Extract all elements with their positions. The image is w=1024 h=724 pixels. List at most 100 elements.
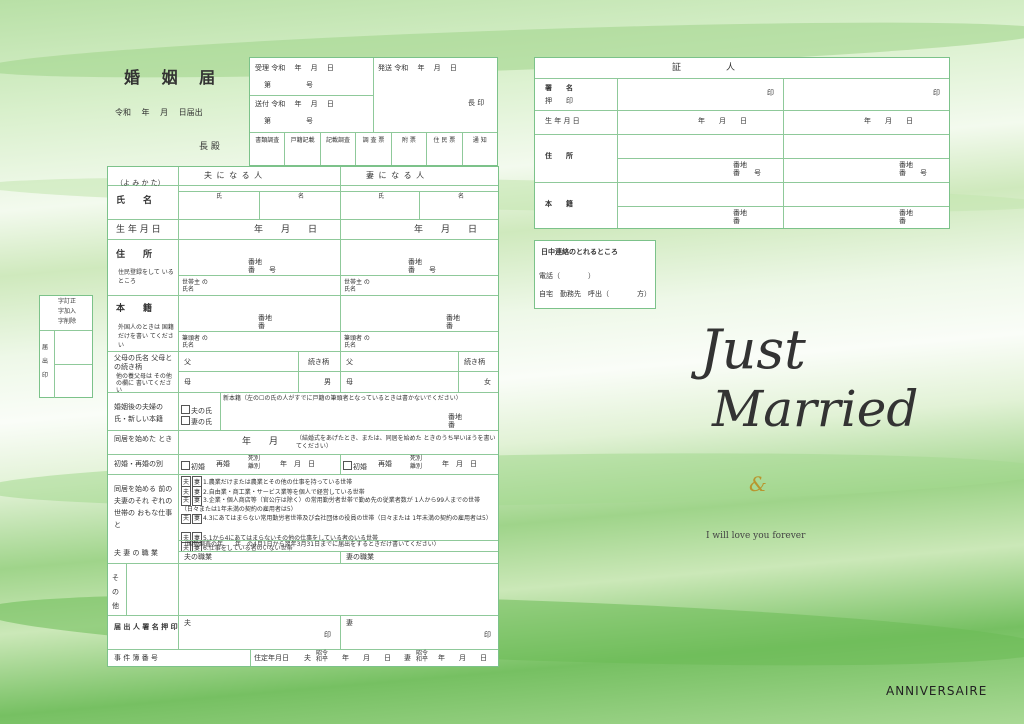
remarry-label: 初婚・再婚の別 <box>114 460 163 468</box>
wife-address-banchi: 番地 <box>408 258 422 266</box>
wife-household-head: 世帯主 の氏名 <box>344 279 370 293</box>
wife-surname-label: 氏 <box>378 193 385 200</box>
work-item[interactable]: 夫妻 2.自由業・商工業・サービス業等を個人で経営している世帯 <box>181 486 497 496</box>
husband-honseki-ban: 番 <box>258 322 265 330</box>
correction-fix: 字訂正 <box>58 298 77 305</box>
husband-fudeto: 筆頭者 の氏名 <box>182 335 208 349</box>
filing-date-line: 令和 年 月 日届出 <box>115 108 203 117</box>
new-honseki-note: 新本籍（左の☐の氏の人がすでに戸籍の筆頭者となっているときは書かないでください） <box>223 395 462 402</box>
wife-honseki-banchi: 番地 <box>446 314 460 322</box>
witness-address-label: 住 所 <box>545 152 573 160</box>
wife-honseki-ban: 番 <box>446 322 453 330</box>
wife-occupation: 妻の職業 <box>346 553 374 561</box>
husband-sign: 夫 <box>184 619 191 627</box>
work-item[interactable]: 夫妻 4.3にあてはまらない常用勤労者世帯及び会社団体の役員の世帯（日々または 1… <box>181 514 497 532</box>
witness-title: 証 人 <box>672 63 736 73</box>
witness-honseki-label: 本 籍 <box>545 200 573 208</box>
office-column: 附 票 <box>392 132 428 165</box>
husband-first-marriage[interactable]: 初婚 <box>181 461 205 471</box>
contact-title: 日中連絡のとれるところ <box>541 248 618 256</box>
address-label: 住 所 <box>116 250 153 260</box>
honseki-label: 本 籍 <box>116 304 153 314</box>
husband-birth: 年 月 日 <box>254 225 318 235</box>
husband-given-label: 名 <box>298 193 305 200</box>
husband-surname-label: 氏 <box>216 193 223 200</box>
after-marriage-label: 婚姻後の夫婦の 氏・新しい本籍 <box>114 403 163 423</box>
witness1-honseki-ban: 番 <box>733 217 740 225</box>
move-husband: 夫 <box>304 654 311 662</box>
correction-add: 字加入 <box>58 308 77 315</box>
cohabit-label: 同居を始めた とき <box>114 435 173 443</box>
wife-birth: 年 月 日 <box>414 225 478 235</box>
husband-death-sep[interactable]: 死別 <box>248 456 260 462</box>
witness-sign-label: 署 名 <box>545 84 573 92</box>
husband-household-head: 世帯主 の氏名 <box>182 279 208 293</box>
sent-line: 送付 令和 年 月 日 <box>255 100 334 108</box>
census-note: （国勢調査の年… 年…の4月1日から翌年3月31日までに届出をするときだけ書いて… <box>181 541 440 548</box>
wife-surname-option[interactable]: 妻の氏 <box>181 416 212 426</box>
parents-note: 他の養父母は その他の欄に 書いてください <box>116 373 172 394</box>
witness1-seal-mark: 印 <box>767 89 774 97</box>
received-number: 第 号 <box>264 81 313 89</box>
witness2-address-banchi: 番地 <box>899 161 913 169</box>
wife-remarry-date: 年 月 日 <box>442 460 477 468</box>
contact-phone: 電話（ ） <box>539 272 595 280</box>
applicant-label: 届 出 人 署 名 押 印 <box>114 623 178 631</box>
husband-mother: 母 <box>184 378 191 386</box>
new-honseki-banchi: 番地 <box>448 413 462 421</box>
office-column: 戸籍記載 <box>285 132 321 165</box>
office-column: 書類調査 <box>250 132 286 165</box>
husband-father: 父 <box>184 358 191 366</box>
move-date-label: 住定年月日 <box>254 654 289 662</box>
wife-daughter: 女 <box>484 378 491 386</box>
honseki-note: 外国人のときは 国籍だけを書い てください <box>118 324 174 349</box>
new-honseki-ban: 番 <box>448 421 455 429</box>
witness-birth-label: 生 年 月 日 <box>545 117 580 125</box>
wife-fudeto: 筆頭者 の氏名 <box>344 335 370 349</box>
move-era-wife: 昭令 和平 <box>416 650 429 663</box>
husband-remarriage[interactable]: 再婚 <box>216 461 230 468</box>
office-use-box: 受理 令和 年 月 日 第 号 送付 令和 年 月 日 第 号 発送 令和 年 … <box>249 57 498 166</box>
husband-divorce-sep[interactable]: 離別 <box>248 464 260 470</box>
office-column: 通 知 <box>472 137 487 144</box>
witness-seal-label: 押 印 <box>545 97 573 105</box>
occupation-label: 夫 妻 の 職 業 <box>114 549 158 557</box>
husband-seal-mark: 印 <box>324 631 331 639</box>
witness1-birth: 年 月 日 <box>698 117 747 125</box>
move-wife: 妻 <box>404 654 411 662</box>
wife-death-sep[interactable]: 死別 <box>410 456 422 462</box>
move-wife-date: 年 月 日 <box>438 654 487 662</box>
office-column: 記載調査 <box>321 132 357 165</box>
contact-panel: 日中連絡のとれるところ 電話（ ） 自宅 勤務先 呼出（ 方） <box>534 240 656 309</box>
script-married: Married <box>712 380 919 438</box>
office-columns: 書類調査 戸籍記載 記載調査 調 査 票 附 票 住 民 票 通 知 <box>250 132 497 165</box>
work-item[interactable]: 夫妻 3.企業・個人商店等（官公庁は除く）の常用勤労者世帯で勤め先の従業者数が 1… <box>181 496 497 514</box>
script-just: Just <box>700 318 806 381</box>
brand-logo: ANNIVERSAIRE <box>886 684 988 698</box>
husband-header: 夫 に な る 人 <box>204 171 264 180</box>
cohabit-note: （結婚式をあげたとき、または、同居を始めた ときのうち早いほうを書いてください） <box>296 435 496 450</box>
witness1-address-banchi: 番地 <box>733 161 747 169</box>
form-title: 婚 姻 届 <box>124 68 224 87</box>
husband-honseki-banchi: 番地 <box>258 314 272 322</box>
correction-delete: 字削除 <box>58 318 77 325</box>
witness2-address-ban: 番 号 <box>899 169 927 177</box>
sent-number: 第 号 <box>264 117 313 125</box>
wife-seal-mark: 印 <box>484 631 491 639</box>
work-item[interactable]: 夫妻 1.農業だけまたは農業とその他の仕事を持っている世帯 <box>181 476 497 486</box>
wife-remarriage[interactable]: 再婚 <box>378 461 392 468</box>
received-line: 受理 令和 年 月 日 <box>255 64 334 72</box>
witness2-birth: 年 月 日 <box>864 117 913 125</box>
husband-remarry-date: 年 月 日 <box>280 460 315 468</box>
wife-first-marriage[interactable]: 初婚 <box>343 461 367 471</box>
husband-surname-option[interactable]: 夫の氏 <box>181 405 212 415</box>
birth-label: 生 年 月 日 <box>116 225 161 235</box>
wife-header: 妻 に な る 人 <box>366 171 426 180</box>
ampersand: & <box>749 472 767 496</box>
case-no-label: 事 件 簿 番 号 <box>114 654 158 662</box>
wife-divorce-sep[interactable]: 離別 <box>410 464 422 470</box>
cohabit-value: 年 月 <box>242 437 279 447</box>
parents-label: 父母の氏名 父母との続き柄 <box>114 354 173 371</box>
dispatch-line: 発送 令和 年 月 日 <box>378 64 457 72</box>
husband-address-ban: 番 号 <box>248 266 276 274</box>
